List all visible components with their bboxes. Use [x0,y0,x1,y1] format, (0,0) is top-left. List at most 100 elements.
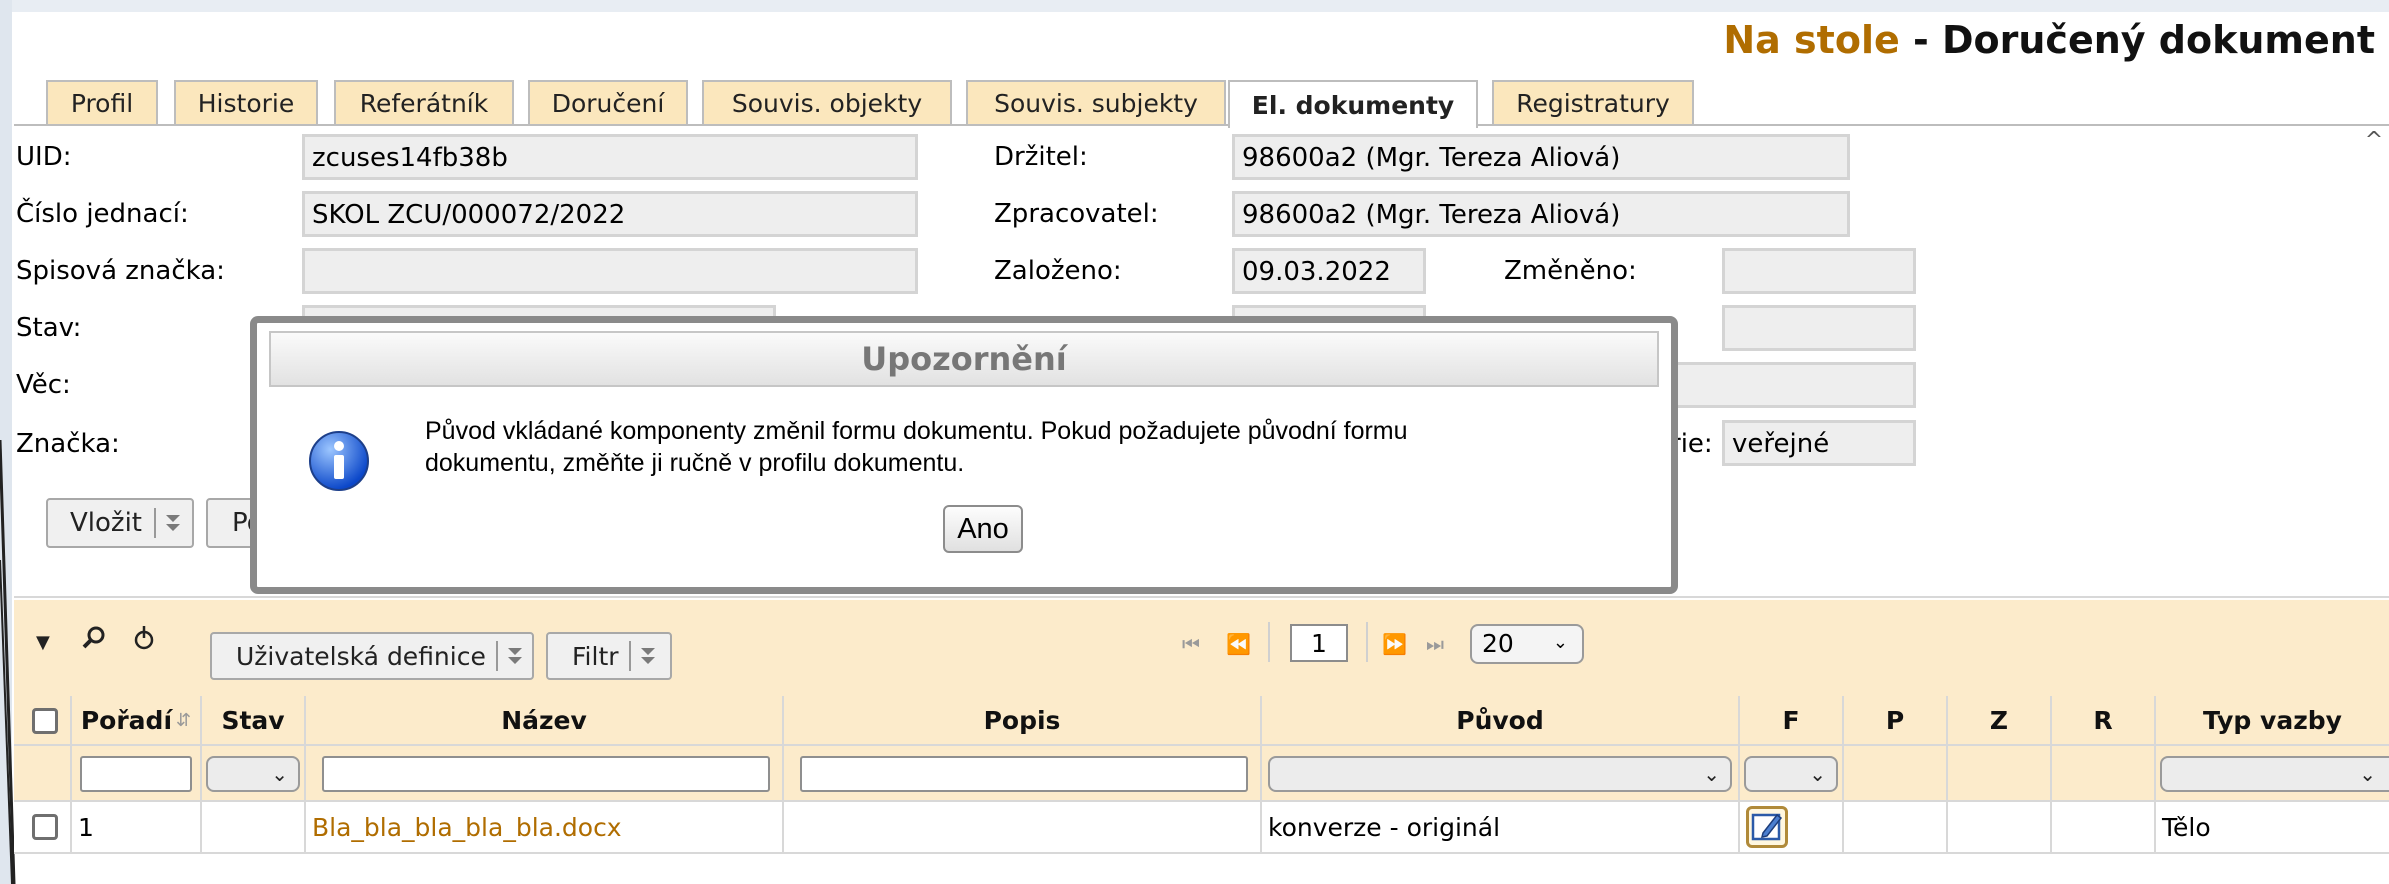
tab-doruceni[interactable]: Doručení [528,80,688,124]
uid-label: UID: [16,142,72,172]
drzitel-label: Držitel: [994,142,1088,172]
double-chevron-down-icon[interactable] [156,500,190,546]
chevron-down-icon: ⌄ [1552,632,1568,653]
filter-nazev-input[interactable] [322,756,770,792]
double-chevron-down-icon[interactable] [631,634,665,678]
kategorie-field[interactable]: veřejné [1722,420,1916,466]
cell-poradi: 1 [72,802,202,854]
first-page-icon[interactable]: ⏮ [1182,632,1200,656]
select-all-checkbox[interactable] [32,708,58,734]
col-header-poradi[interactable]: Pořadí ⇵ [72,696,202,746]
title-document: - Doručený dokument [1899,18,2375,62]
page-title: Na stole - Doručený dokument [1723,18,2375,62]
vlozit-button[interactable]: Vložit [46,498,194,548]
zpracovatel-field[interactable]: 98600a2 (Mgr. Tereza Aliová) [1232,191,1850,237]
dialog-message-line2: dokumentu, změňte ji ručně v profilu dok… [425,449,965,477]
sort-icon[interactable]: ⇵ [176,710,191,731]
chevron-down-icon: ⌄ [271,762,288,786]
cell-f [1740,802,1844,854]
edit-document-icon[interactable] [1746,806,1788,848]
filter-cell [1948,746,2052,802]
scroll-up-arrow[interactable]: ^ [2359,128,2389,153]
dialog-message-line1: Původ vkládané komponenty změnil formu d… [425,417,1408,445]
tab-profil[interactable]: Profil [46,80,158,124]
cj-field[interactable]: SKOL ZCU/000072/2022 [302,191,918,237]
tab-souvis-subjekty[interactable]: Souvis. subjekty [966,80,1226,124]
cell-nazev-link[interactable]: Bla_bla_bla_bla_bla.docx [306,802,784,854]
uid-field[interactable]: zcuses14fb38b [302,134,918,180]
page-size-value: 20 [1482,629,1514,658]
filter-poradi-input[interactable] [80,756,192,792]
dialog-title: Upozornění [269,331,1659,387]
cell-stav [202,802,306,854]
next-page-icon[interactable]: ⏩ [1382,632,1407,656]
filter-puvod-select[interactable]: ⌄ [1268,756,1732,792]
collapse-triangle-icon[interactable]: ▼ [36,632,50,653]
refresh-icon[interactable] [130,624,158,658]
filter-cell [306,746,784,802]
zpracovatel-label: Zpracovatel: [994,199,1159,229]
col-header-poradi-label: Pořadí [80,705,173,735]
chevron-down-icon: ⌄ [1703,762,1720,786]
prev-page-icon[interactable]: ⏪ [1226,632,1251,656]
filter-cell: ⌄ [2156,746,2389,802]
page-number-input[interactable]: 1 [1290,624,1348,662]
cell-z [1948,802,2052,854]
ano-button[interactable]: Ano [943,505,1023,553]
tabs-divider [14,124,2389,126]
select-all-cell [14,696,72,746]
pager-separator [1268,622,1270,662]
cell-r [2052,802,2156,854]
info-icon [307,429,371,497]
filter-cell: ⌄ [202,746,306,802]
filter-typ-vazby-select[interactable]: ⌄ [2160,756,2389,792]
filter-cell [1844,746,1948,802]
cell-p [1844,802,1948,854]
tab-el-dokumenty[interactable]: El. dokumenty [1228,80,1478,128]
zmeneno-field[interactable] [1722,248,1916,294]
hidden-field-2[interactable] [1722,305,1916,351]
user-definition-button[interactable]: Uživatelská definice [210,632,534,680]
search-icon[interactable] [80,624,108,656]
warning-dialog: Upozornění Původ vkládané komponenty změ… [250,316,1678,594]
spis-field[interactable] [302,248,918,294]
page-size-select[interactable]: 20 ⌄ [1470,624,1584,664]
cell-typ-vazby: Tělo [2156,802,2389,854]
chevron-down-icon: ⌄ [2359,762,2376,786]
grid-separator [14,596,2389,598]
drzitel-field[interactable]: 98600a2 (Mgr. Tereza Aliová) [1232,134,1850,180]
filter-cell [784,746,1262,802]
znacka-label: Značka: [16,429,120,459]
pager-separator [1366,622,1368,662]
tab-registratury[interactable]: Registratury [1492,80,1694,124]
col-header-typ-vazby[interactable]: Typ vazby [2156,696,2389,746]
col-header-popis[interactable]: Popis [784,696,1262,746]
filter-f-select[interactable]: ⌄ [1744,756,1838,792]
col-header-nazev[interactable]: Název [306,696,784,746]
last-page-icon[interactable]: ⏭ [1426,632,1444,656]
col-header-stav[interactable]: Stav [202,696,306,746]
filter-button[interactable]: Filtr [546,632,672,680]
tab-historie[interactable]: Historie [174,80,318,124]
zmeneno-label: Změněno: [1504,256,1637,286]
filter-cell: ⌄ [1740,746,1844,802]
row-checkbox[interactable] [32,814,58,840]
zalozeno-label: Založeno: [994,256,1122,286]
double-chevron-down-icon[interactable] [498,634,532,678]
col-header-f[interactable]: F [1740,696,1844,746]
user-definition-label: Uživatelská definice [236,641,486,671]
filter-popis-input[interactable] [800,756,1248,792]
filter-cell [2052,746,2156,802]
col-header-puvod[interactable]: Původ [1262,696,1740,746]
chevron-down-icon: ⌄ [1809,762,1826,786]
filter-stav-select[interactable]: ⌄ [206,756,300,792]
tab-souvis-objekty[interactable]: Souvis. objekty [702,80,952,124]
row-select-cell [14,802,72,854]
col-header-z[interactable]: Z [1948,696,2052,746]
tab-referatnik[interactable]: Referátník [334,80,514,124]
col-header-r[interactable]: R [2052,696,2156,746]
cj-label: Číslo jednací: [16,199,189,229]
col-header-p[interactable]: P [1844,696,1948,746]
cell-popis [784,802,1262,854]
zalozeno-field[interactable]: 09.03.2022 [1232,248,1426,294]
